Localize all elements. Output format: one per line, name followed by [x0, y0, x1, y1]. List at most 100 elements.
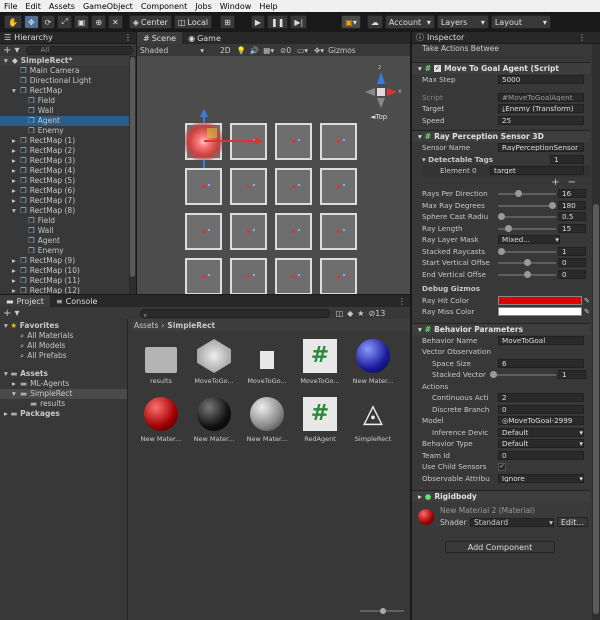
rectmap-tile[interactable] [320, 123, 357, 160]
max-ray-degrees-field[interactable]: 180 [558, 200, 586, 210]
breadcrumb-simplerect[interactable]: SimpleRect [167, 321, 215, 330]
filter-type-icon[interactable]: ◫ [336, 309, 344, 318]
move-handle-x[interactable] [204, 140, 256, 142]
move-handle-plane[interactable] [207, 128, 217, 138]
menu-item-file[interactable]: File [4, 2, 17, 11]
more-options-icon[interactable]: ⋮ [124, 33, 132, 42]
target-field[interactable]: ⤓Enemy (Transform) [498, 104, 584, 114]
discrete-branches-field[interactable]: 0 [498, 404, 584, 414]
layers-dropdown[interactable]: Layers ▾ [436, 15, 489, 29]
favorite-item[interactable]: ⌕ All Materials [0, 331, 127, 341]
hierarchy-item[interactable]: ❒ Wall [0, 226, 136, 236]
slider-knob[interactable] [498, 247, 505, 255]
asset-item[interactable]: MoveToGo... [242, 339, 292, 385]
ray-length-field[interactable]: 15 [558, 223, 586, 233]
ray-sensor-header[interactable]: ▾ # Ray Perception Sensor 3D [412, 130, 590, 142]
hierarchy-item[interactable]: ▸ ❒ RectMap (10) [0, 266, 136, 276]
slider-knob[interactable] [523, 259, 531, 267]
rectmap-tile[interactable] [230, 168, 267, 205]
folder-item[interactable]: ▬ results [0, 399, 127, 409]
eyedropper-icon[interactable]: ✎ [584, 307, 590, 316]
slider-knob[interactable] [505, 224, 513, 232]
add-icon[interactable]: + ▾ [3, 45, 20, 56]
expand-arrow-icon[interactable]: ▾ [12, 86, 20, 96]
hierarchy-item[interactable]: ▸ ❒ RectMap (9) [0, 256, 136, 266]
expand-arrow-icon[interactable]: ▸ [12, 156, 20, 166]
favorite-item[interactable]: ⌕ All Models [0, 341, 127, 351]
mode-2d-toggle[interactable]: 2D [218, 46, 233, 55]
hierarchy-item[interactable]: ❒ Directional Light [0, 76, 136, 86]
hidden-packages-icon[interactable]: ⊘13 [368, 309, 385, 318]
hierarchy-item[interactable]: ❒ Enemy [0, 126, 136, 136]
icon-size-slider[interactable] [360, 608, 404, 614]
tab-console[interactable]: ≡ Console [49, 295, 104, 307]
expand-arrow-icon[interactable]: ▾ [12, 389, 20, 399]
slider-knob[interactable] [498, 213, 505, 221]
shader-edit-button[interactable]: Edit... [556, 517, 588, 527]
expand-arrow-icon[interactable]: ▸ [12, 276, 20, 286]
hierarchy-item[interactable]: ▾ ◆ SimpleRect* [0, 56, 136, 66]
model-field[interactable]: ◎MoveToGoal-2999 [498, 416, 584, 426]
pivot-local-button[interactable]: ◫ Local [173, 15, 213, 29]
inspector-tab[interactable]: ⓘ Inspector ⋮ [412, 32, 600, 44]
asset-item[interactable]: ◬ SimpleRect [348, 397, 398, 443]
filter-label-icon[interactable]: ◆ [347, 309, 353, 318]
hierarchy-item[interactable]: ❒ Wall [0, 106, 136, 116]
add-element-icon[interactable]: + [551, 177, 559, 188]
hierarchy-tab[interactable]: ☰ Hierarchy ⋮ [0, 32, 136, 44]
hierarchy-item[interactable]: ▾ ❒ RectMap (8) [0, 206, 136, 216]
audio-icon[interactable]: 🔊 [250, 46, 259, 55]
behavior-name-field[interactable]: MoveToGoal [498, 335, 584, 345]
favorites-node[interactable]: ▾ ★ Favorites [0, 321, 127, 331]
project-search-input[interactable]: ⌕ [139, 308, 330, 319]
hidden-objects-icon[interactable]: ⊘0 [280, 46, 291, 55]
ray-miss-color-swatch[interactable] [498, 307, 582, 317]
hierarchy-item[interactable]: ❒ Agent [0, 116, 136, 126]
remove-element-icon[interactable]: − [568, 177, 576, 188]
rectmap-tile[interactable] [185, 258, 222, 294]
breadcrumb-assets[interactable]: Assets [134, 321, 158, 330]
rotate-tool-icon[interactable]: ⟳ [40, 15, 56, 29]
hierarchy-item[interactable]: ❒ Field [0, 96, 136, 106]
shading-dropdown[interactable]: Shaded ▾ [140, 46, 204, 55]
hierarchy-item[interactable]: ▸ ❒ RectMap (12) [0, 286, 136, 294]
folder-item[interactable]: ▾ ▬ SimpleRect [0, 389, 127, 399]
asset-item[interactable]: MoveToGo... [189, 339, 239, 385]
continuous-actions-field[interactable]: 2 [498, 393, 584, 403]
account-dropdown[interactable]: Account ▾ [384, 15, 435, 29]
rectmap-tile[interactable] [275, 168, 312, 205]
element0-field[interactable]: target [490, 166, 584, 176]
asset-item[interactable]: results [136, 339, 186, 385]
hierarchy-item[interactable]: ▸ ❒ RectMap (5) [0, 176, 136, 186]
expand-arrow-icon[interactable]: ▸ [12, 256, 20, 266]
hierarchy-item[interactable]: ▸ ❒ RectMap (11) [0, 276, 136, 286]
asset-item[interactable]: New Mater... [189, 397, 239, 443]
rectmap-tile[interactable] [320, 168, 357, 205]
expand-arrow-icon[interactable]: ▸ [12, 136, 20, 146]
more-options-icon[interactable]: ⋮ [578, 33, 586, 42]
rectmap-tile[interactable] [275, 213, 312, 250]
step-button[interactable]: ▶| [290, 15, 308, 29]
shader-dropdown[interactable]: Standard ▾ [470, 517, 554, 527]
rectmap-tile[interactable] [185, 168, 222, 205]
expand-arrow-icon[interactable]: ▸ [12, 286, 20, 294]
behavior-params-header[interactable]: ▾ # Behavior Parameters [412, 322, 590, 335]
hierarchy-item[interactable]: ❒ Field [0, 216, 136, 226]
favorite-item[interactable]: ⌕ All Prefabs [0, 351, 127, 361]
hierarchy-item[interactable]: ▸ ❒ RectMap (6) [0, 186, 136, 196]
move-to-goal-header[interactable]: ▾ # ✓ Move To Goal Agent (Script [412, 62, 590, 74]
pause-button[interactable]: ❚❚ [267, 15, 289, 29]
more-options-icon[interactable]: ⋮ [398, 297, 406, 306]
max-step-field[interactable]: 5000 [498, 75, 584, 85]
stacked-raycasts-field[interactable]: 1 [558, 246, 586, 256]
hierarchy-item[interactable]: ▸ ❒ RectMap (3) [0, 156, 136, 166]
hierarchy-item[interactable]: ▾ ❒ RectMap [0, 86, 136, 96]
slider-knob[interactable] [549, 201, 556, 209]
start-vertical-offset-field[interactable]: 0 [558, 258, 586, 268]
transform-tool-icon[interactable]: ⊕ [91, 15, 107, 29]
slider-knob[interactable] [515, 190, 523, 198]
behavior-type-dropdown[interactable]: Default ▾ [498, 439, 584, 449]
add-asset-icon[interactable]: + ▾ [3, 308, 20, 319]
asset-item[interactable]: New Mater... [348, 339, 398, 385]
packages-node[interactable]: ▸ ▬ Packages [0, 409, 127, 419]
